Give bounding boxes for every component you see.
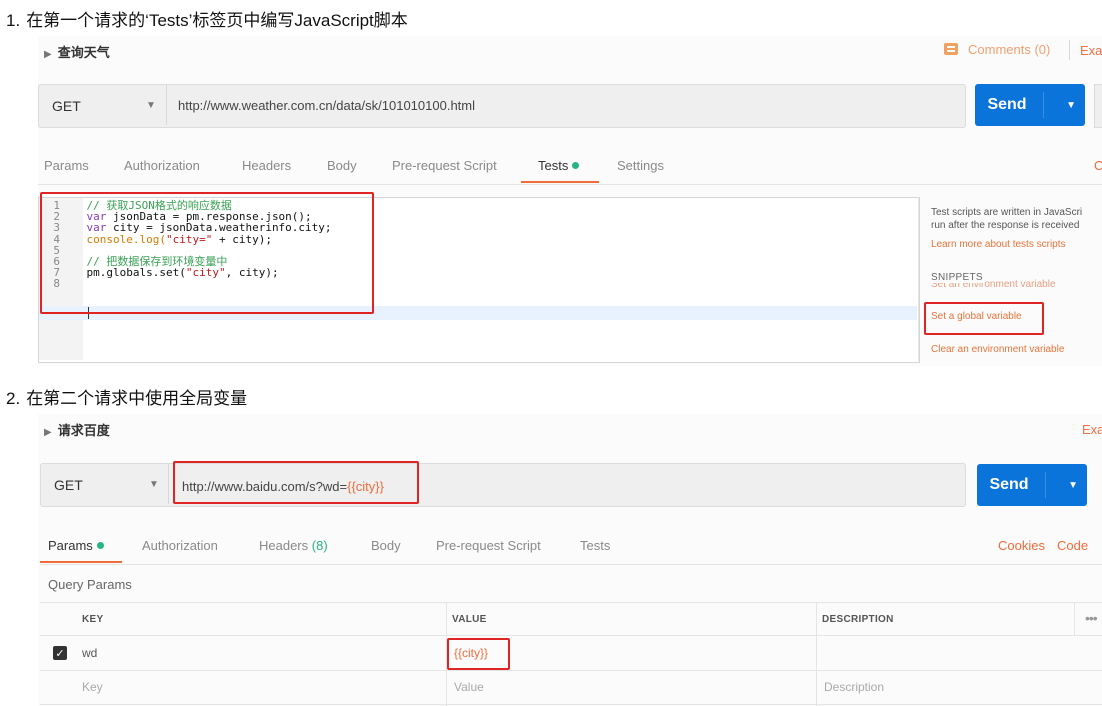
method-select[interactable]: GET [54,477,83,493]
active-tab-underline [40,561,122,563]
caret-right-icon: ▶ [44,49,52,60]
tab-authorization[interactable]: Authorization [124,158,200,173]
side-description: Test scripts are written in JavaScri run… [931,207,1083,231]
header-divider [1069,40,1070,60]
tab-body[interactable]: Body [371,538,401,553]
column-header-description: DESCRIPTION [822,614,894,625]
tab-authorization[interactable]: Authorization [142,538,218,553]
tab-pre-request-script[interactable]: Pre-request Script [436,538,541,553]
table-top-border [40,602,1102,603]
send-button[interactable]: Send ▼ [975,84,1085,126]
send-dropdown-icon[interactable]: ▼ [1066,84,1076,126]
highlight-box-value [447,638,510,670]
comment-icon [944,43,958,55]
learn-more-link[interactable]: Learn more about tests scripts [931,239,1066,250]
examples-link[interactable]: Exa [1080,43,1102,58]
caret-right-icon: ▶ [44,427,52,438]
highlight-box-url [173,461,419,504]
table-header-border [40,635,1102,636]
cookies-link-truncated[interactable]: C [1094,158,1102,173]
active-indicator-dot [96,542,104,549]
save-button-partial[interactable] [1094,84,1102,128]
examples-link[interactable]: Exa [1082,422,1102,437]
highlight-box-code [40,192,374,314]
method-select[interactable]: GET [52,98,81,114]
tab-headers[interactable]: Headers (8) [259,538,328,553]
table-bottom-border [40,704,1102,705]
url-input[interactable]: http://www.weather.com.cn/data/sk/101010… [178,98,475,113]
new-value-input[interactable]: Value [454,680,484,694]
active-tab-underline [521,181,599,183]
table-row-border [40,670,1102,671]
new-description-input[interactable]: Description [824,680,884,694]
tab-body[interactable]: Body [327,158,357,173]
active-indicator-dot [572,162,580,169]
column-header-key: KEY [82,614,104,625]
send-dropdown-icon[interactable]: ▼ [1068,464,1078,506]
chevron-down-icon[interactable]: ▼ [146,100,156,111]
tab-tests[interactable]: Tests [538,158,580,173]
highlight-box-snippet [924,302,1044,335]
chevron-down-icon[interactable]: ▼ [149,479,159,490]
request-2-name[interactable]: ▶ 请求百度 [44,420,110,439]
param-key-cell[interactable]: wd [82,646,97,660]
snippets-heading: SNIPPETS [931,272,985,283]
column-divider [1074,602,1075,635]
cookies-link[interactable]: Cookies [998,538,1045,553]
step-1-heading: 1. 在第一个请求的‘Tests’标签页中编写JavaScript脚本 [6,11,408,30]
code-link[interactable]: Code [1057,538,1088,553]
column-header-value: VALUE [452,614,487,625]
side-panel-divider [918,197,919,361]
tabs-divider [40,564,1102,565]
tabs-divider [38,184,1102,185]
tab-pre-request-script[interactable]: Pre-request Script [392,158,497,173]
column-divider [816,602,817,706]
tab-tests[interactable]: Tests [580,538,610,553]
comments-link[interactable]: Comments (0) [944,42,1050,57]
snippet-clear-environment-variable[interactable]: Clear an environment variable [931,344,1064,355]
method-divider [166,85,167,125]
method-divider [168,464,169,504]
tab-params[interactable]: Params [48,538,104,553]
tab-params[interactable]: Params [44,158,89,173]
new-key-input[interactable]: Key [82,680,103,694]
more-options-icon[interactable]: ••• [1085,610,1098,626]
query-params-title: Query Params [48,577,132,592]
tab-headers[interactable]: Headers [242,158,291,173]
tab-settings[interactable]: Settings [617,158,664,173]
step-2-heading: 2. 在第二个请求中使用全局变量 [6,389,248,408]
send-button[interactable]: Send ▼ [977,464,1087,506]
request-1-name[interactable]: ▶ 查询天气 [44,42,110,61]
request-2-panel [38,414,1102,706]
row-enabled-checkbox[interactable]: ✓ [53,646,67,660]
